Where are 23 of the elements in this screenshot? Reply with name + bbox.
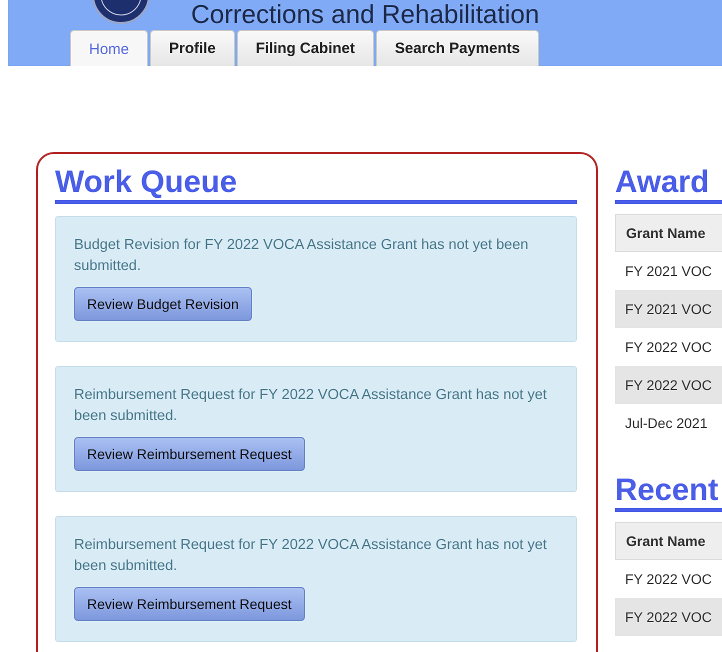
review-button[interactable]: Review Reimbursement Request xyxy=(74,587,305,621)
column-header: Grant Name xyxy=(615,522,722,560)
table-cell-text: Jul-Dec 2021 xyxy=(624,414,708,433)
section-heading: Recent xyxy=(615,472,722,512)
nav-tab[interactable]: Home xyxy=(70,30,148,66)
notice-text: Reimbursement Request for FY 2022 VOCA Assistance Grant has not yet been submitted. xyxy=(74,536,548,576)
table-cell-text: FY 2022 VOC xyxy=(624,338,713,357)
review-button[interactable]: Review Reimbursement Request xyxy=(74,437,305,471)
site-title: Corrections and Rehabilitation xyxy=(191,0,540,28)
section-heading: Work Queue xyxy=(55,164,577,204)
table-cell-text: FY 2021 VOC xyxy=(624,262,713,281)
notice-text: Reimbursement Request for FY 2022 VOCA Assistance Grant has not yet been submitted. xyxy=(74,386,548,426)
table-cell: FY 2021 VOC xyxy=(615,290,722,328)
nav-tab[interactable]: Search Payments xyxy=(376,30,539,66)
nav-tab[interactable]: Profile xyxy=(150,30,235,66)
table-cell-text: FY 2022 VOC xyxy=(624,570,713,589)
notice-text: Budget Revision for FY 2022 VOCA Assistance Grant has not yet been submitted. xyxy=(74,236,530,276)
nav-tab[interactable]: Filing Cabinet xyxy=(236,30,374,66)
table-cell: FY 2022 VOC xyxy=(615,598,722,636)
table-cell: FY 2022 VOC xyxy=(615,366,722,404)
section-heading: Award xyxy=(615,164,722,204)
review-button[interactable]: Review Budget Revision xyxy=(74,287,252,321)
column-header: Grant Name xyxy=(615,214,722,252)
